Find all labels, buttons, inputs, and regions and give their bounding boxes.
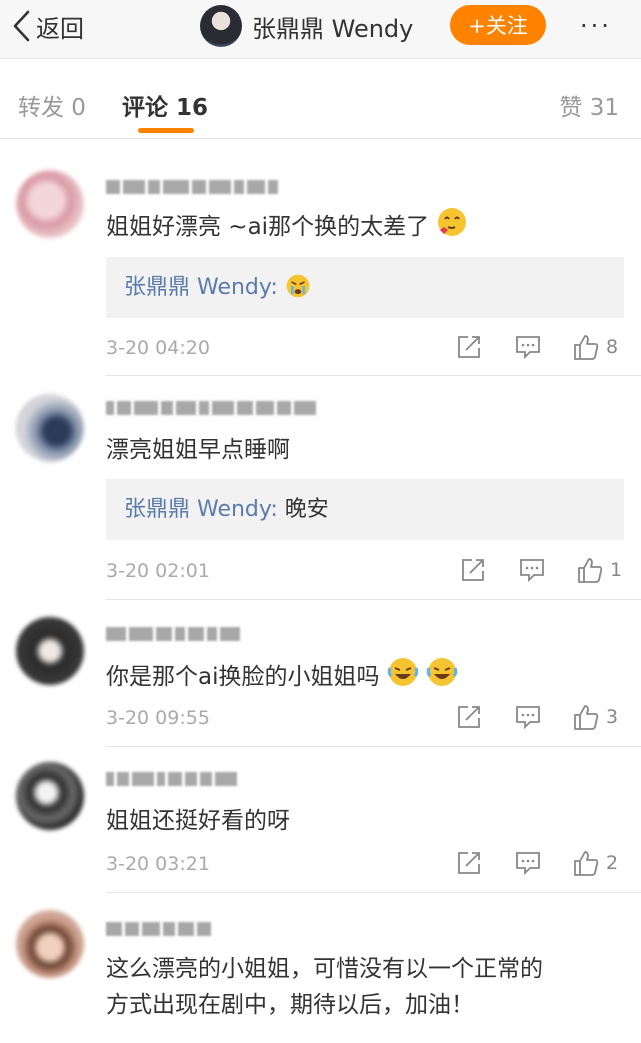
comment-timestamp: 3-20 02:01 [106,560,210,582]
comment-text: 漂亮姐姐早点睡啊 [106,437,290,463]
share-button[interactable] [456,334,482,360]
like-count: 1 [610,559,623,581]
thumbs-up-icon [578,558,603,583]
like-count: 2 [606,852,619,874]
comment-text: 姐姐好漂亮 ~ai那个换的太差了 [106,206,626,245]
comment-item: 你是那个ai换脸的小姐姐吗 3-20 09:55 3 [0,601,641,747]
laughing-face-icon [426,658,458,686]
like-count: 3 [606,706,619,728]
comment-text-line: 方式出现在剧中，期待以后，加油！ [106,992,474,1018]
page-title: 张鼎鼎 Wendy [252,14,414,43]
like-button[interactable]: 3 [572,703,618,731]
username-blurred[interactable] [106,625,240,643]
reply-button[interactable] [514,704,542,730]
face-hearts-icon [438,208,467,236]
laughing-face-icon [387,658,419,686]
share-button[interactable] [456,850,482,876]
reply-button[interactable] [518,557,546,583]
comment-icon [516,706,540,730]
avatar[interactable] [16,170,84,238]
comment-timestamp: 3-20 09:55 [106,707,210,729]
username-blurred[interactable] [106,920,211,938]
username-blurred[interactable] [106,770,237,788]
comment-icon [516,336,540,360]
avatar[interactable] [16,910,84,978]
like-button[interactable]: 1 [576,556,622,584]
comment-text: 你是那个ai换脸的小姐姐吗 [106,656,626,695]
like-count: 8 [606,336,619,358]
share-icon [458,852,480,874]
author-reply[interactable]: 张鼎鼎 Wendy: [106,257,624,318]
divider [106,746,641,747]
comment-text: 这么漂亮的小姐姐，可惜没有以一个正常的 方式出现在剧中，期待以后，加油！ [106,951,626,1023]
like-button[interactable]: 8 [572,333,618,361]
like-button[interactable]: 2 [572,849,618,877]
back-button[interactable]: 返回 [12,8,84,44]
avatar[interactable] [16,617,84,685]
thumbs-up-icon [574,335,599,360]
reply-button[interactable] [514,850,542,876]
comment-item: 姐姐还挺好看的呀 3-20 03:21 2 [0,748,641,893]
thumbs-up-icon [574,705,599,730]
share-icon [462,559,484,581]
more-icon: ··· [580,12,612,40]
share-button[interactable] [460,557,486,583]
back-label: 返回 [36,14,84,43]
avatar[interactable] [16,394,84,462]
comment-timestamp: 3-20 03:21 [106,853,210,875]
comment-timestamp: 3-20 04:20 [106,337,210,359]
crying-face-icon [286,274,310,298]
tab-comments[interactable]: 评论 16 [122,88,208,122]
author-reply[interactable]: 张鼎鼎 Wendy: 晚安 [106,479,624,540]
tab-active-indicator [138,128,194,133]
share-icon [458,336,480,358]
reply-button[interactable] [514,334,542,360]
tab-bar: 转发 0 评论 16 赞 31 [0,64,641,139]
comment-text-line: 这么漂亮的小姐姐，可惜没有以一个正常的 [106,956,543,982]
reply-text: 晚安 [284,497,329,522]
comment-icon [520,559,544,583]
divider [106,892,641,893]
nav-bar: 返回 张鼎鼎 Wendy +关注 ··· [0,0,641,59]
more-button[interactable]: ··· [580,8,612,44]
comment-item: 这么漂亮的小姐姐，可惜没有以一个正常的 方式出现在剧中，期待以后，加油！ [0,894,641,1043]
avatar[interactable] [16,762,84,830]
tab-forward[interactable]: 转发 0 [18,88,86,122]
reply-author[interactable]: 张鼎鼎 Wendy: [124,497,278,522]
divider [106,599,641,600]
comment-icon [516,852,540,876]
thumbs-up-icon [574,851,599,876]
comment-item: 姐姐好漂亮 ~ai那个换的太差了 张鼎鼎 Wendy: 3-20 04:20 8 [0,140,641,376]
follow-button[interactable]: +关注 [450,5,546,45]
share-icon [458,706,480,728]
tab-likes[interactable]: 赞 31 [559,88,619,122]
comment-text: 姐姐还挺好看的呀 [106,808,290,834]
username-blurred[interactable] [106,399,316,417]
divider [106,375,641,376]
chevron-left-icon [13,10,30,42]
comment-item: 漂亮姐姐早点睡啊 张鼎鼎 Wendy: 晚安 3-20 02:01 1 [0,377,641,600]
profile-header[interactable]: 张鼎鼎 Wendy [200,3,413,49]
avatar[interactable] [200,5,242,47]
username-blurred[interactable] [106,178,278,196]
reply-author[interactable]: 张鼎鼎 Wendy: [124,275,278,300]
share-button[interactable] [456,704,482,730]
